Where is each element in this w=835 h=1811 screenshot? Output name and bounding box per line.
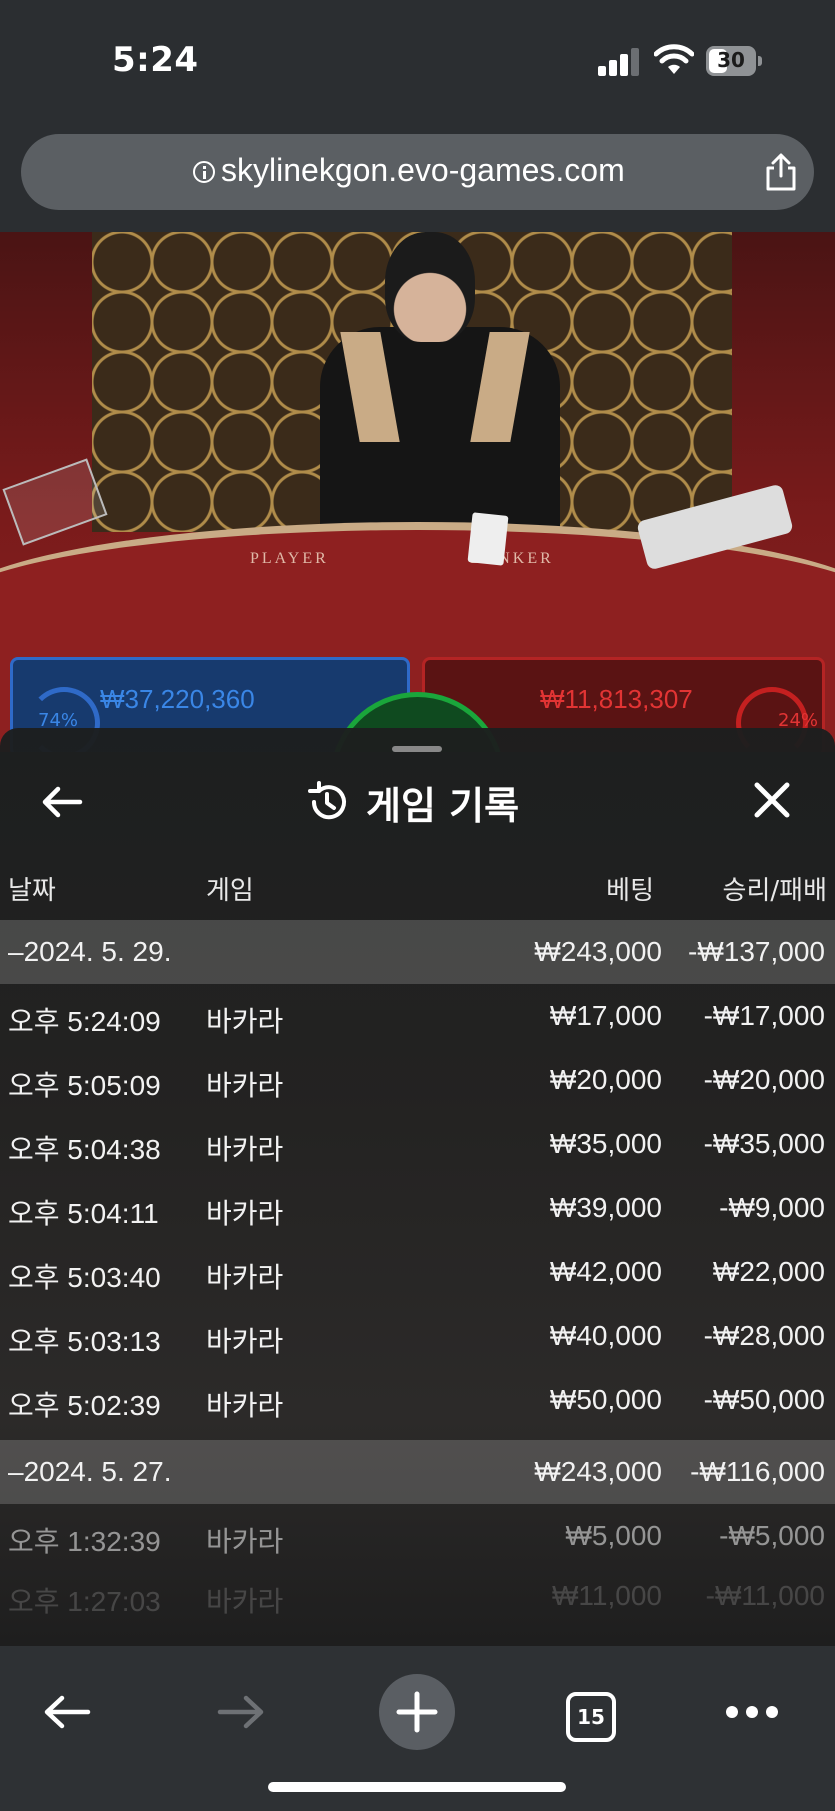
row-game: 바카라 — [206, 1326, 284, 1357]
url-text[interactable]: skylinekgon.evo-games.com — [221, 152, 625, 189]
group-date: –2024. 5. 27. — [8, 1456, 172, 1487]
new-tab-button[interactable] — [379, 1674, 455, 1750]
row-bet: ₩35,000 — [549, 1128, 662, 1159]
address-bar[interactable]: skylinekgon.evo-games.com — [21, 134, 814, 210]
back-arrow-icon[interactable] — [42, 1690, 92, 1734]
more-icon[interactable] — [726, 1706, 778, 1718]
row-result: -₩50,000 — [703, 1384, 825, 1415]
row-result: ₩22,000 — [712, 1256, 825, 1287]
row-game: 바카라 — [206, 1198, 284, 1229]
row-result: -₩20,000 — [703, 1064, 825, 1095]
group-date: –2024. 5. 29. — [8, 936, 172, 967]
column-header-result: 승리/패배 — [722, 876, 827, 906]
share-icon[interactable] — [761, 152, 801, 192]
column-header-bet: 베팅 — [606, 876, 654, 906]
card-holder — [2, 458, 108, 546]
column-header-game: 게임 — [206, 876, 254, 906]
history-icon — [308, 781, 346, 820]
row-bet: ₩5,000 — [565, 1520, 663, 1551]
battery-icon: 30 — [706, 46, 762, 76]
battery-level: 30 — [717, 48, 745, 72]
column-header-date: 날짜 — [8, 876, 56, 906]
tab-count: 15 — [577, 1705, 605, 1729]
home-indicator[interactable] — [268, 1782, 566, 1792]
info-icon[interactable] — [193, 161, 215, 183]
row-game: 바카라 — [206, 1006, 284, 1037]
row-game: 바카라 — [206, 1586, 284, 1617]
live-video: PLAYER BANKER ₩37,220,360 ₩11,813,307 74… — [0, 232, 835, 752]
row-time: 오후 5:03:40 — [8, 1262, 161, 1293]
row-result: -₩28,000 — [703, 1320, 825, 1351]
table-row[interactable]: 오후 5:03:13 바카라 ₩40,000 -₩28,000 — [0, 1304, 835, 1368]
row-result: -₩35,000 — [703, 1128, 825, 1159]
row-result: -₩5,000 — [719, 1520, 825, 1551]
player-table-label: PLAYER — [250, 550, 329, 567]
row-bet: ₩42,000 — [549, 1256, 662, 1287]
cellular-signal-icon — [598, 48, 642, 76]
group-bet-total: ₩243,000 — [534, 1456, 662, 1487]
panel-title: 게임 기록 — [366, 783, 520, 828]
row-bet: ₩39,000 — [549, 1192, 662, 1223]
panel-header: 게임 기록 — [306, 772, 519, 832]
game-history-panel: 게임 기록 날짜 게임 베팅 승리/패배 –2024. 5. 29. ₩243,… — [0, 728, 835, 1646]
playing-card — [467, 512, 509, 566]
row-game: 바카라 — [206, 1262, 284, 1293]
row-bet: ₩17,000 — [549, 1000, 662, 1031]
table-row[interactable]: 오후 5:24:09 바카라 ₩17,000 -₩17,000 — [0, 984, 835, 1048]
forward-arrow-icon[interactable] — [216, 1690, 266, 1734]
drag-handle[interactable] — [392, 746, 442, 752]
close-icon[interactable] — [752, 780, 792, 820]
table-row[interactable]: 오후 5:04:11 바카라 ₩39,000 -₩9,000 — [0, 1176, 835, 1240]
row-game: 바카라 — [206, 1070, 284, 1101]
row-time: 오후 5:04:38 — [8, 1134, 161, 1165]
row-bet: ₩40,000 — [549, 1320, 662, 1351]
row-result: -₩17,000 — [703, 1000, 825, 1031]
table-row[interactable]: 오후 5:03:40 바카라 ₩42,000 ₩22,000 — [0, 1240, 835, 1304]
table-row[interactable]: 오후 5:02:39 바카라 ₩50,000 -₩50,000 — [0, 1368, 835, 1432]
table-row[interactable]: 오후 5:04:38 바카라 ₩35,000 -₩35,000 — [0, 1112, 835, 1176]
row-bet: ₩20,000 — [549, 1064, 662, 1095]
row-time: 오후 5:03:13 — [8, 1326, 161, 1357]
row-bet: ₩50,000 — [549, 1384, 662, 1415]
date-group-row[interactable]: –2024. 5. 29. ₩243,000 -₩137,000 — [0, 920, 835, 984]
group-result-total: -₩116,000 — [690, 1456, 825, 1487]
row-time: 오후 1:27:03 — [8, 1586, 161, 1617]
row-result: -₩11,000 — [705, 1580, 825, 1611]
tabs-button[interactable]: 15 — [566, 1692, 616, 1742]
status-time: 5:24 — [112, 40, 199, 80]
player-total-amount: ₩37,220,360 — [100, 684, 255, 714]
plus-icon — [396, 1691, 438, 1733]
wifi-icon — [654, 44, 694, 74]
banker-total-amount: ₩11,813,307 — [540, 684, 693, 714]
row-result: -₩9,000 — [719, 1192, 825, 1223]
table-row[interactable]: 오후 1:32:39 바카라 ₩5,000 -₩5,000 — [0, 1504, 835, 1568]
row-game: 바카라 — [206, 1134, 284, 1165]
arrow-left-icon[interactable] — [40, 780, 84, 824]
table-row[interactable]: 오후 5:05:09 바카라 ₩20,000 -₩20,000 — [0, 1048, 835, 1112]
row-time: 오후 5:24:09 — [8, 1006, 161, 1037]
row-time: 오후 5:05:09 — [8, 1070, 161, 1101]
date-group-row[interactable]: –2024. 5. 27. ₩243,000 -₩116,000 — [0, 1440, 835, 1504]
group-bet-total: ₩243,000 — [534, 936, 662, 967]
table-row[interactable]: 오후 1:27:03 바카라 ₩11,000 -₩11,000 — [0, 1564, 835, 1628]
row-game: 바카라 — [206, 1390, 284, 1421]
row-game: 바카라 — [206, 1526, 284, 1557]
status-bar: 5:24 30 — [0, 0, 835, 120]
row-time: 오후 5:02:39 — [8, 1390, 161, 1421]
row-time: 오후 5:04:11 — [8, 1198, 159, 1229]
group-result-total: -₩137,000 — [688, 936, 825, 967]
row-bet: ₩11,000 — [552, 1580, 662, 1611]
row-time: 오후 1:32:39 — [8, 1526, 161, 1557]
